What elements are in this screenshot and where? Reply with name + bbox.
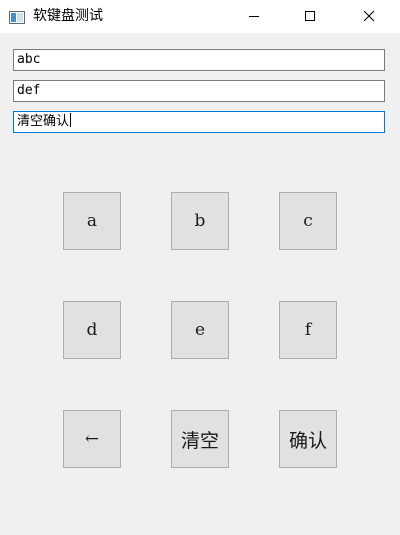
key-d[interactable]: d: [63, 301, 121, 359]
key-b[interactable]: b: [171, 192, 229, 250]
clear-button[interactable]: 清空: [171, 410, 229, 468]
maximize-icon: [304, 7, 316, 26]
title-bar: 软键盘测试: [0, 0, 400, 33]
window-app-icon: [9, 9, 25, 24]
close-icon: [363, 7, 375, 26]
key-e[interactable]: e: [171, 301, 229, 359]
minimize-icon: [248, 7, 260, 26]
window-title: 软键盘测试: [33, 8, 103, 24]
text-field-3[interactable]: 清空确认: [13, 111, 385, 133]
text-field-2-value: def: [17, 83, 41, 98]
text-caret: [70, 113, 72, 127]
confirm-button[interactable]: 确认: [279, 410, 337, 468]
key-a[interactable]: a: [63, 192, 121, 250]
minimize-button[interactable]: [231, 0, 277, 33]
text-field-2[interactable]: def: [13, 80, 385, 102]
close-button[interactable]: [346, 0, 392, 33]
maximize-button[interactable]: [287, 0, 333, 33]
key-f[interactable]: f: [279, 301, 337, 359]
text-field-3-value: 清空确认: [17, 114, 70, 129]
text-field-1[interactable]: abc: [13, 49, 385, 71]
text-field-1-value: abc: [17, 52, 41, 67]
backspace-button[interactable]: ←: [63, 410, 121, 468]
key-c[interactable]: c: [279, 192, 337, 250]
